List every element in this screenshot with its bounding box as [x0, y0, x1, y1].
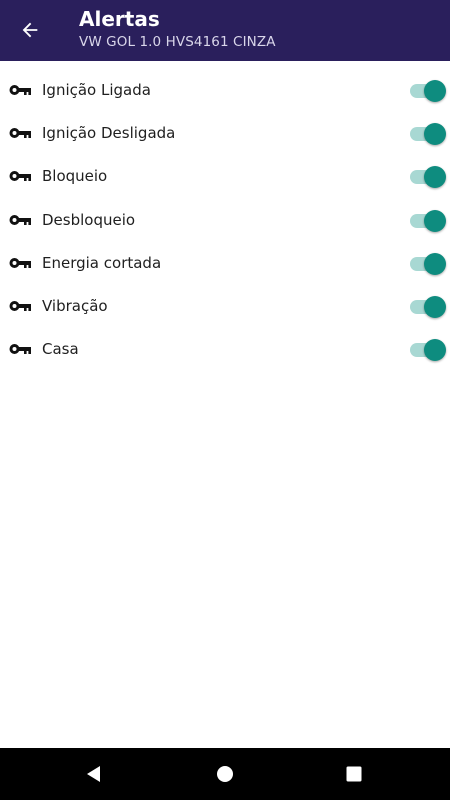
- circle-home-icon: [217, 766, 233, 782]
- alert-label: Vibração: [42, 296, 108, 315]
- alert-label: Ignição Desligada: [42, 124, 176, 143]
- key-icon: [9, 214, 31, 225]
- alert-toggle-bloqueio[interactable]: [408, 166, 446, 189]
- key-icon: [9, 171, 31, 182]
- toggle-thumb: [424, 80, 446, 102]
- header-titles: Alertas VW GOL 1.0 HVS4161 CINZA: [79, 7, 276, 51]
- system-home-button[interactable]: [209, 758, 241, 790]
- alert-row-vibracao: Vibração: [0, 285, 450, 328]
- alert-toggle-ignicao-ligada[interactable]: [408, 80, 446, 102]
- alert-row-bloqueio: Bloqueio: [0, 155, 450, 198]
- alert-label: Desbloqueio: [42, 210, 136, 229]
- triangle-back-icon: [87, 766, 100, 782]
- page-title: Alertas: [79, 7, 160, 31]
- alert-row-casa: Casa: [0, 328, 450, 371]
- alert-toggle-vibracao[interactable]: [408, 295, 446, 318]
- toggle-thumb: [424, 339, 446, 362]
- toggle-thumb: [424, 295, 446, 318]
- app-bar: Alertas VW GOL 1.0 HVS4161 CINZA: [0, 0, 450, 61]
- key-icon: [9, 257, 31, 268]
- alert-toggle-ignicao-desligada[interactable]: [408, 123, 446, 146]
- alerts-list: Ignição Ligada Ignição Desligada Bloquei…: [0, 69, 450, 371]
- key-icon: [9, 85, 31, 95]
- alert-row-ignicao-ligada: Ignição Ligada: [0, 69, 450, 112]
- alert-row-energia-cortada: Energia cortada: [0, 242, 450, 285]
- vehicle-subtitle: VW GOL 1.0 HVS4161 CINZA: [79, 34, 276, 50]
- alert-label: Casa: [42, 340, 79, 359]
- alert-toggle-desbloqueio[interactable]: [408, 209, 446, 232]
- alert-row-ignicao-desligada: Ignição Desligada: [0, 112, 450, 155]
- key-icon: [9, 300, 31, 311]
- toggle-thumb: [424, 252, 446, 275]
- arrow-left-icon: [22, 22, 38, 38]
- system-navigation-bar: [0, 748, 450, 800]
- app-root: Alertas VW GOL 1.0 HVS4161 CINZA Ignição…: [0, 0, 450, 800]
- alert-toggle-energia-cortada[interactable]: [408, 252, 446, 275]
- square-recents-icon: [346, 766, 362, 782]
- alert-label: Ignição Ligada: [42, 81, 151, 99]
- key-icon: [9, 344, 31, 355]
- system-back-button[interactable]: [78, 758, 110, 790]
- key-icon: [9, 128, 31, 139]
- toggle-thumb: [424, 209, 446, 232]
- toggle-thumb: [424, 166, 446, 189]
- alert-label: Bloqueio: [42, 167, 108, 186]
- alert-toggle-casa[interactable]: [408, 339, 446, 362]
- toggle-thumb: [424, 123, 446, 146]
- system-recents-button[interactable]: [338, 758, 370, 790]
- alert-row-desbloqueio: Desbloqueio: [0, 199, 450, 242]
- back-button[interactable]: [10, 10, 50, 50]
- alert-label: Energia cortada: [42, 253, 162, 272]
